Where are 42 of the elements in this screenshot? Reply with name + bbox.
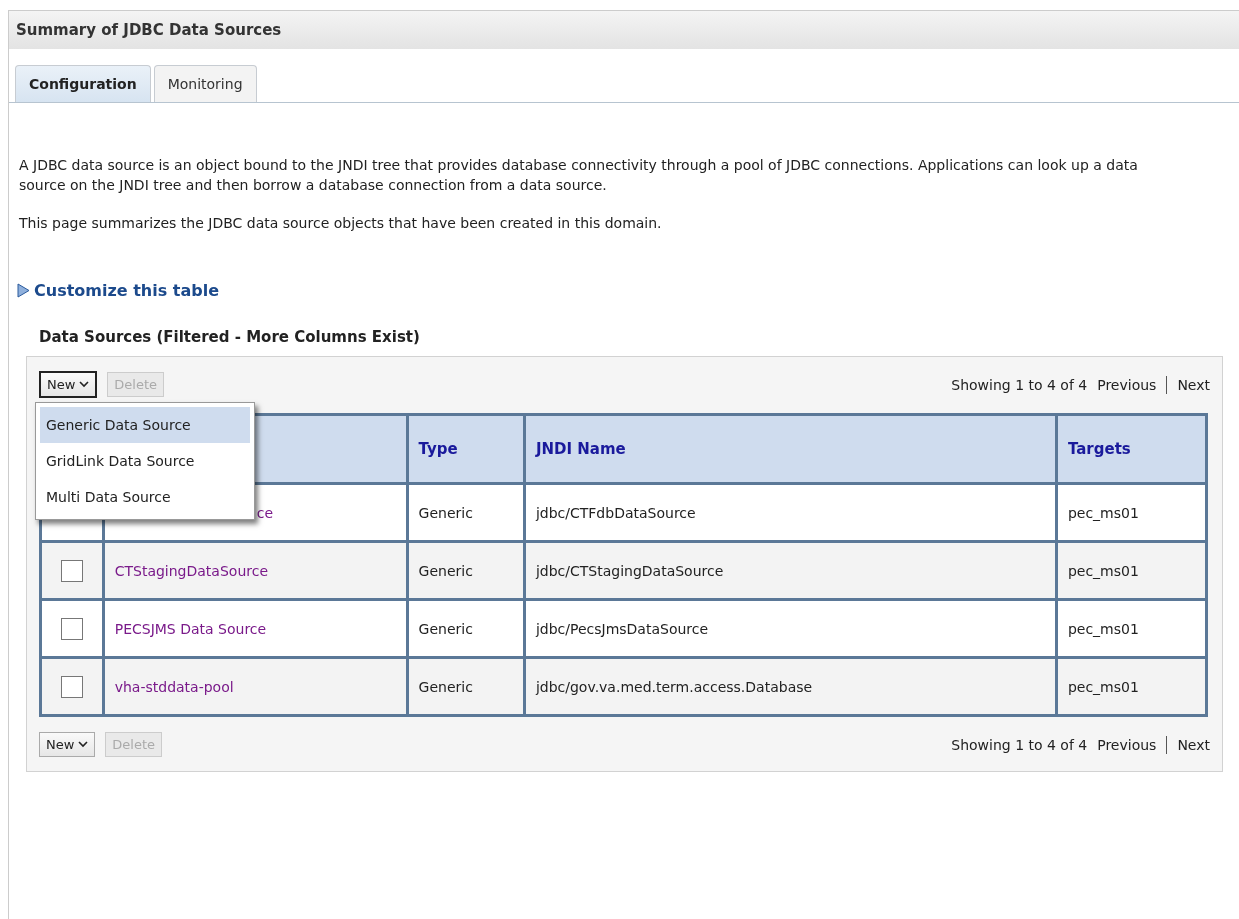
row-checkbox[interactable] xyxy=(60,675,83,698)
row-checkbox[interactable] xyxy=(60,559,83,582)
jndi-name-cell: jdbc/CTStagingDataSource xyxy=(524,541,1057,600)
triangle-icon xyxy=(17,283,30,298)
menu-item[interactable]: Multi Data Source xyxy=(40,479,250,515)
previous-link[interactable]: Previous xyxy=(1097,376,1157,393)
table-title: Data Sources (Filtered - More Columns Exist) xyxy=(39,328,421,346)
column-header[interactable]: JNDI Name xyxy=(524,414,1057,484)
tab[interactable]: Configuration xyxy=(15,65,151,102)
previous-link[interactable]: Previous xyxy=(1097,736,1157,753)
data-source-link[interactable]: CTStagingDataSource xyxy=(114,562,269,579)
new-button[interactable]: New xyxy=(39,371,98,398)
next-link[interactable]: Next xyxy=(1177,376,1210,393)
targets-cell: pec_ms01 xyxy=(1056,541,1207,600)
paging-status: Showing 1 to 4 of 4 xyxy=(951,376,1088,393)
caret-icon xyxy=(79,381,90,388)
column-header[interactable]: Targets xyxy=(1056,414,1207,484)
targets-cell: pec_ms01 xyxy=(1056,657,1207,716)
targets-cell: pec_ms01 xyxy=(1056,599,1207,658)
row-checkbox[interactable] xyxy=(60,617,83,640)
new-button[interactable]: New xyxy=(39,732,96,757)
tab[interactable]: Monitoring xyxy=(153,65,257,102)
data-source-link[interactable]: vha-stddata-pool xyxy=(114,678,234,695)
customize-link[interactable]: Customize this table xyxy=(34,281,220,300)
jndi-name-cell: jdbc/PecsJmsDataSource xyxy=(524,599,1057,658)
type-cell: Generic xyxy=(407,657,525,716)
targets-cell: pec_ms01 xyxy=(1056,483,1207,542)
description-text: A JDBC data source is an object bound to the JNDI tree that provides database connectivity through a pool of JDBC connections. Applications can look up a data source on the JNDI tree and then borrow a database connection from a data source. xyxy=(19,156,1139,195)
type-cell: Generic xyxy=(407,599,525,658)
next-link[interactable]: Next xyxy=(1177,736,1210,753)
description-text: This page summarizes the JDBC data source objects that have been created in this domain. xyxy=(19,214,663,233)
jndi-name-cell: jdbc/CTFdbDataSource xyxy=(524,483,1057,542)
type-cell: Generic xyxy=(407,541,525,600)
paging-status: Showing 1 to 4 of 4 xyxy=(951,736,1088,753)
menu-item[interactable]: Generic Data Source xyxy=(40,407,250,443)
page-title: Summary of JDBC Data Sources xyxy=(9,11,1239,49)
data-source-link[interactable]: PECSJMS Data Source xyxy=(114,620,267,637)
menu-item[interactable]: GridLink Data Source xyxy=(40,443,250,479)
caret-icon xyxy=(78,741,89,748)
column-header[interactable]: Type xyxy=(407,414,525,484)
jndi-name-cell: jdbc/gov.va.med.term.access.Database xyxy=(524,657,1057,716)
type-cell: Generic xyxy=(407,483,525,542)
